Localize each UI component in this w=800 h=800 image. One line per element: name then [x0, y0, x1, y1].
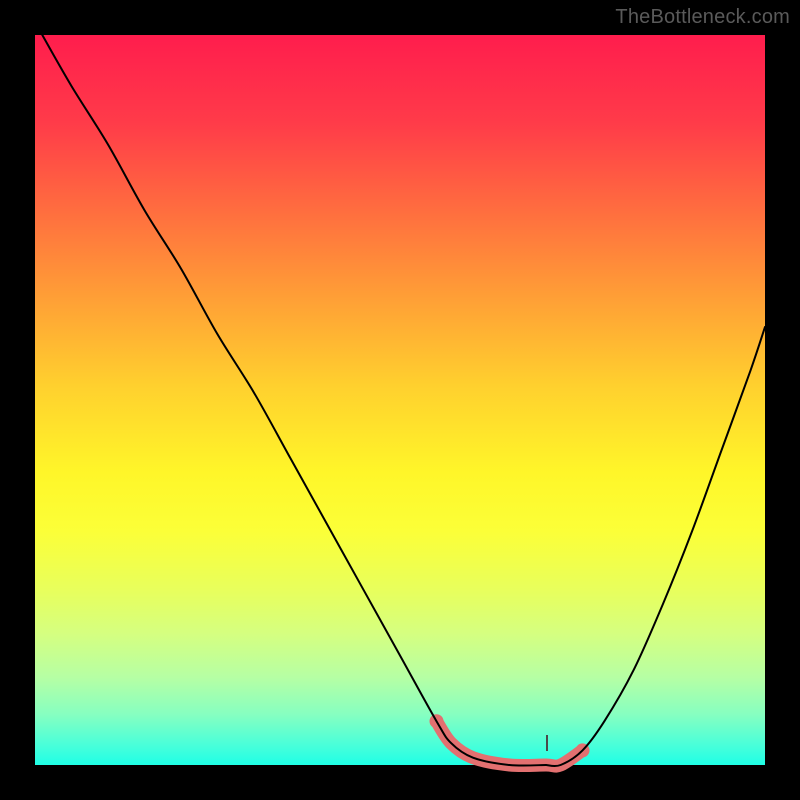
highlight-bottom-segment [437, 721, 583, 766]
curve-left-branch [42, 35, 546, 766]
chart-frame: TheBottleneck.com [0, 0, 800, 800]
watermark-text: TheBottleneck.com [615, 6, 790, 29]
chart-svg [35, 35, 765, 765]
curve-right-branch [546, 327, 765, 766]
